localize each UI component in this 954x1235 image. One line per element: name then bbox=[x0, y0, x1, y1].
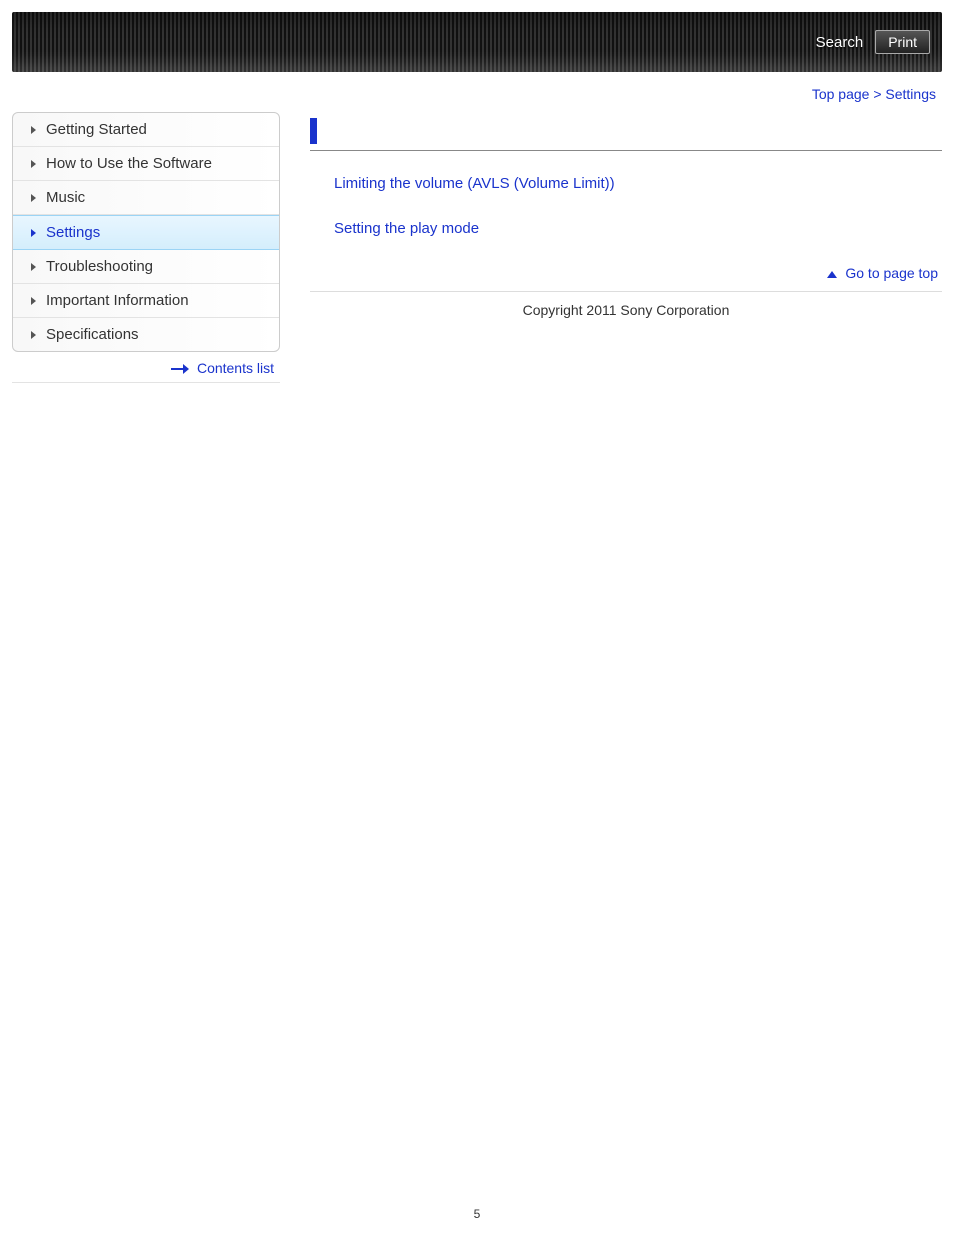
sidebar-item-label: Troubleshooting bbox=[46, 258, 153, 275]
caret-right-icon bbox=[31, 126, 36, 134]
sidebar: Getting Started How to Use the Software … bbox=[12, 112, 280, 352]
breadcrumb: Top page > Settings bbox=[12, 72, 942, 112]
page: Search Print Top page > Settings Getting… bbox=[0, 0, 954, 1235]
sidebar-item-music[interactable]: Music bbox=[13, 181, 279, 215]
sidebar-item-label: Specifications bbox=[46, 326, 139, 343]
layout: Getting Started How to Use the Software … bbox=[12, 112, 942, 383]
sidebar-item-label: Settings bbox=[46, 224, 100, 241]
page-number: 5 bbox=[0, 1207, 954, 1221]
breadcrumb-separator: > bbox=[869, 86, 885, 102]
content-links: Limiting the volume (AVLS (Volume Limit)… bbox=[310, 175, 942, 237]
sidebar-column: Getting Started How to Use the Software … bbox=[12, 112, 280, 383]
sidebar-item-important-information[interactable]: Important Information bbox=[13, 284, 279, 318]
sidebar-item-label: Music bbox=[46, 189, 85, 206]
main-content: Limiting the volume (AVLS (Volume Limit)… bbox=[280, 112, 942, 318]
content-link-avls-volume-limit[interactable]: Limiting the volume (AVLS (Volume Limit)… bbox=[334, 175, 942, 192]
sidebar-item-getting-started[interactable]: Getting Started bbox=[13, 113, 279, 147]
triangle-up-icon bbox=[827, 271, 837, 278]
go-to-top-row: Go to page top bbox=[310, 265, 942, 292]
breadcrumb-top-page[interactable]: Top page bbox=[812, 86, 870, 102]
section-heading bbox=[310, 112, 942, 151]
caret-right-icon bbox=[31, 331, 36, 339]
sidebar-item-label: Important Information bbox=[46, 292, 189, 309]
sidebar-item-how-to-use-software[interactable]: How to Use the Software bbox=[13, 147, 279, 181]
sidebar-item-specifications[interactable]: Specifications bbox=[13, 318, 279, 351]
sidebar-item-settings[interactable]: Settings bbox=[13, 215, 279, 250]
caret-right-icon bbox=[31, 160, 36, 168]
go-to-page-top-link[interactable]: Go to page top bbox=[845, 265, 938, 281]
contents-list-link[interactable]: Contents list bbox=[197, 360, 274, 376]
header-bar: Search Print bbox=[12, 12, 942, 72]
sidebar-item-label: How to Use the Software bbox=[46, 155, 212, 172]
breadcrumb-current[interactable]: Settings bbox=[885, 86, 936, 102]
section-marker-icon bbox=[310, 118, 317, 144]
search-link[interactable]: Search bbox=[816, 34, 864, 51]
caret-right-icon bbox=[31, 194, 36, 202]
content-link-play-mode[interactable]: Setting the play mode bbox=[334, 220, 942, 237]
print-button[interactable]: Print bbox=[875, 30, 930, 54]
footer-copyright: Copyright 2011 Sony Corporation bbox=[310, 292, 942, 318]
sidebar-item-label: Getting Started bbox=[46, 121, 147, 138]
arrow-right-icon bbox=[171, 366, 189, 372]
sidebar-item-troubleshooting[interactable]: Troubleshooting bbox=[13, 250, 279, 284]
caret-right-icon bbox=[31, 263, 36, 271]
caret-right-icon bbox=[31, 297, 36, 305]
caret-right-icon bbox=[31, 229, 36, 237]
contents-list-row: Contents list bbox=[12, 352, 280, 383]
